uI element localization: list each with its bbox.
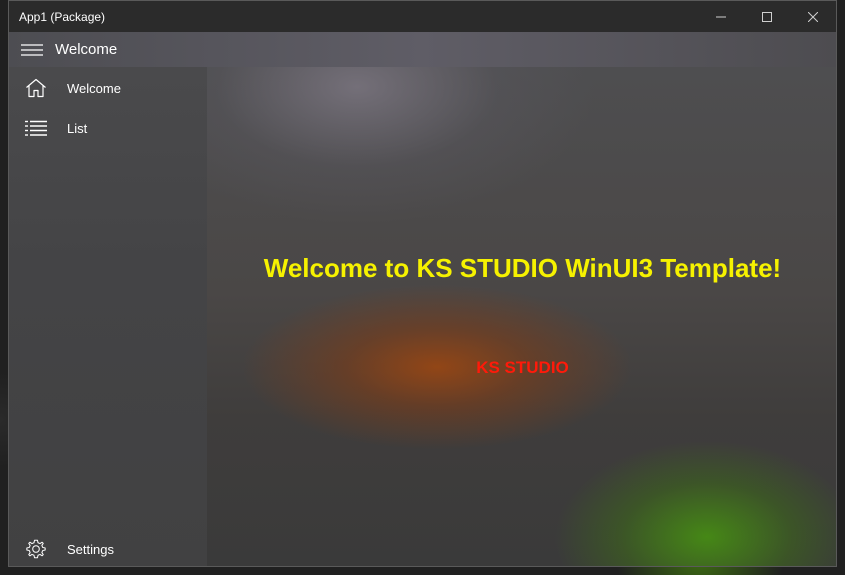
studio-label: KS STUDIO: [476, 358, 569, 377]
list-icon: [25, 120, 47, 136]
gear-icon: [26, 539, 46, 559]
nav-item-settings[interactable]: Settings: [9, 529, 207, 566]
nav-item-welcome[interactable]: Welcome: [9, 68, 207, 108]
nav-item-list[interactable]: List: [9, 108, 207, 148]
main-content: Welcome to KS STUDIO WinUI3 Template! KS…: [207, 67, 836, 566]
caption-buttons: [698, 1, 836, 32]
list-icon-wrap: [9, 108, 63, 148]
app-header: Welcome: [9, 32, 836, 67]
title-bar[interactable]: App1 (Package): [9, 1, 836, 32]
close-button[interactable]: [790, 1, 836, 32]
nav-item-label: Welcome: [67, 80, 121, 96]
welcome-heading: Welcome to KS STUDIO WinUI3 Template!: [263, 253, 782, 283]
page-title: Welcome: [55, 41, 118, 58]
navigation-pane: Welcome List Settings: [9, 67, 207, 566]
nav-item-label: Settings: [67, 541, 114, 557]
window-title: App1 (Package): [19, 9, 106, 24]
minimize-button[interactable]: [698, 1, 744, 32]
hamburger-icon: [21, 43, 43, 56]
gear-icon-wrap: [9, 529, 63, 566]
home-icon-wrap: [9, 68, 63, 108]
home-icon: [26, 78, 46, 98]
app-window: App1 (Package) Welcome Welcome List Sett…: [8, 0, 837, 567]
nav-item-label: List: [67, 120, 88, 136]
maximize-button[interactable]: [744, 1, 790, 32]
menu-toggle-button[interactable]: [9, 32, 55, 67]
close-icon: [808, 11, 818, 22]
minimize-icon: [716, 16, 726, 17]
maximize-icon: [762, 11, 772, 22]
